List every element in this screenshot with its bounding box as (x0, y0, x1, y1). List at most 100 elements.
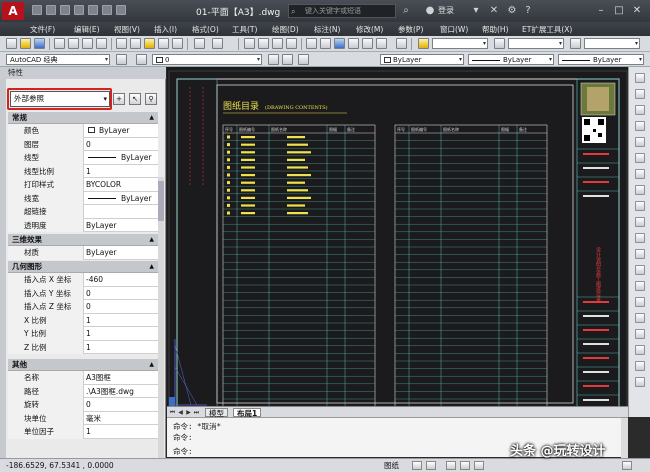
copy-icon[interactable] (130, 38, 141, 49)
zoom-realtime-icon[interactable] (258, 38, 269, 49)
menu-modify[interactable]: 修改(M) (356, 24, 383, 35)
match-properties-icon[interactable] (158, 38, 169, 49)
gradient-icon[interactable] (635, 313, 645, 323)
open-icon[interactable] (46, 5, 56, 15)
ellipse-icon[interactable] (635, 217, 645, 227)
menu-draw[interactable]: 绘图(D) (272, 24, 299, 35)
property-value[interactable]: ByLayer (85, 246, 158, 259)
exchange-icon[interactable]: ✕ (488, 5, 500, 17)
property-row-geometry-0[interactable]: 插入点 X 坐标 -460 (8, 273, 158, 287)
menu-et-tools[interactable]: ET扩展工具(X) (522, 24, 572, 35)
print-icon[interactable] (88, 5, 98, 15)
color-combo[interactable]: ByLayer ▾ (380, 54, 464, 65)
property-value[interactable]: .\A3图框.dwg (85, 385, 158, 398)
plot-icon[interactable] (54, 38, 65, 49)
quick-select-icon[interactable]: ⚲ (145, 93, 157, 105)
table-style-combo[interactable]: ▾ (584, 38, 640, 49)
spline-icon[interactable] (635, 201, 645, 211)
property-row-geometry-5[interactable]: Z 比例 1 (8, 340, 158, 354)
table-icon[interactable] (635, 345, 645, 355)
zoom-previous-icon[interactable] (286, 38, 297, 49)
workspace-settings-icon[interactable] (116, 54, 127, 65)
tab-model[interactable]: 模型 (205, 408, 228, 418)
dropdown-icon[interactable]: ▾ (470, 5, 482, 17)
toggle-pickadd-icon[interactable]: + (113, 93, 125, 105)
quick-view-drawings-icon[interactable] (426, 461, 436, 470)
workspace-combo[interactable]: AutoCAD 经典 ▾ (6, 54, 110, 65)
property-value[interactable]: 0 (85, 300, 158, 313)
property-value[interactable]: A3图框 (85, 371, 158, 384)
section-misc[interactable]: 其他 ▲ (8, 359, 158, 371)
help-icon[interactable]: ? (522, 5, 534, 17)
zoom-window-icon[interactable] (272, 38, 283, 49)
property-row-general-6[interactable]: 超链接 (8, 205, 158, 219)
make-block-icon[interactable] (635, 265, 645, 275)
minimize-button[interactable]: – (592, 3, 610, 18)
help-toolbar-icon[interactable] (396, 38, 407, 49)
undo-icon[interactable] (102, 5, 112, 15)
property-row-general-7[interactable]: 透明度 ByLayer (8, 218, 158, 232)
property-row-geometry-2[interactable]: 插入点 Z 坐标 0 (8, 300, 158, 314)
block-editor-icon[interactable] (172, 38, 183, 49)
text-style-icon[interactable] (418, 38, 429, 49)
close-button[interactable]: ✕ (628, 3, 646, 18)
property-row-general-0[interactable]: 颜色 ByLayer (8, 124, 158, 138)
add-selected-icon[interactable] (635, 377, 645, 387)
revision-cloud-icon[interactable] (635, 185, 645, 195)
ellipse-arc-icon[interactable] (635, 233, 645, 243)
lineweight-combo[interactable]: ByLayer ▾ (558, 54, 644, 65)
annotation-scale-icon[interactable] (446, 461, 456, 470)
properties-icon[interactable] (306, 38, 317, 49)
tab-layout1[interactable]: 布局1 (233, 408, 262, 418)
search-go-icon[interactable]: ⌕ (400, 5, 412, 17)
tab-next-icon[interactable]: ▶ (185, 408, 192, 417)
menu-insert[interactable]: 插入(I) (154, 24, 177, 35)
paste-icon[interactable] (144, 38, 155, 49)
menu-format[interactable]: 格式(O) (192, 24, 219, 35)
property-row-geometry-3[interactable]: X 比例 1 (8, 313, 158, 327)
open-folder-icon[interactable] (20, 38, 31, 49)
property-value[interactable]: 1 (85, 165, 158, 178)
region-icon[interactable] (635, 329, 645, 339)
menu-params[interactable]: 参数(P) (398, 24, 423, 35)
property-value[interactable]: BYCOLOR (85, 178, 158, 191)
paper-space-toggle[interactable]: 图纸 (384, 459, 399, 472)
palette-scrollbar[interactable] (158, 177, 164, 469)
menu-window[interactable]: 窗口(W) (440, 24, 468, 35)
app-logo[interactable]: A (2, 2, 24, 20)
annotation-visibility-icon[interactable] (460, 461, 470, 470)
rectangle-icon[interactable] (635, 137, 645, 147)
property-row-geometry-4[interactable]: Y 比例 1 (8, 327, 158, 341)
layer-previous-icon[interactable] (282, 54, 293, 65)
tab-last-icon[interactable]: ⏭ (193, 408, 200, 417)
property-value[interactable]: 0 (85, 398, 158, 411)
tool-palettes-icon[interactable] (334, 38, 345, 49)
save-icon[interactable] (60, 5, 70, 15)
property-value[interactable]: 0 (85, 287, 158, 300)
multiline-text-icon[interactable] (635, 361, 645, 371)
insert-block-icon[interactable] (635, 249, 645, 259)
search-input[interactable]: ⌕ 键入关键字或短语 (288, 4, 396, 18)
command-scrollbar[interactable] (621, 418, 628, 458)
cut-icon[interactable] (116, 38, 127, 49)
property-value[interactable]: 1 (85, 314, 158, 327)
design-center-icon[interactable] (320, 38, 331, 49)
property-row-misc-4[interactable]: 单位因子 1 (8, 425, 158, 439)
menu-tools[interactable]: 工具(T) (232, 24, 257, 35)
clean-screen-icon[interactable] (622, 461, 632, 470)
property-value[interactable]: -460 (85, 273, 158, 286)
menu-file[interactable]: 文件(F) (30, 24, 55, 35)
property-row-general-3[interactable]: 线型比例 1 (8, 164, 158, 178)
text-style-combo[interactable]: ▾ (432, 38, 488, 49)
drawing-canvas[interactable]: 图纸目录 (DRAWING CONTENTS) 序号 图纸编号 图纸名称 图幅 备注 序… (167, 67, 628, 417)
preview-icon[interactable] (68, 38, 79, 49)
3d-print-icon[interactable] (96, 38, 107, 49)
linetype-combo[interactable]: ByLayer ▾ (468, 54, 554, 65)
property-value[interactable]: ByLayer (98, 124, 171, 137)
new-icon[interactable] (32, 5, 42, 15)
section-3d-effects[interactable]: 三维效果 ▲ (8, 234, 158, 246)
tab-first-icon[interactable]: ⏮ (169, 408, 176, 417)
sheet-set-icon[interactable] (348, 38, 359, 49)
point-icon[interactable] (635, 281, 645, 291)
section-general[interactable]: 常规 ▲ (8, 112, 158, 124)
